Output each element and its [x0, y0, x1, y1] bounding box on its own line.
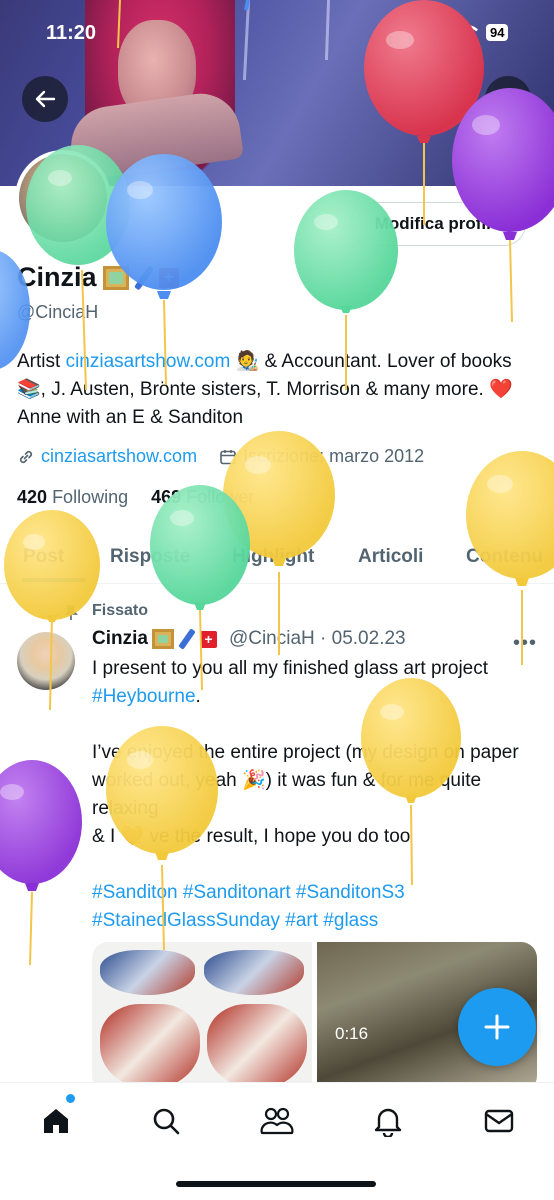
wifi-icon — [458, 24, 478, 40]
explore-search-icon — [153, 1108, 180, 1135]
profile-meta: cinziasartshow.com Iscrizione: marzo 201… — [17, 446, 424, 467]
followers-count: 469 — [151, 487, 182, 507]
post-author-avatar[interactable] — [17, 632, 75, 690]
back-arrow-icon — [35, 90, 56, 108]
following-label: Following — [52, 487, 129, 507]
tab-highlights[interactable]: Highlight — [232, 530, 314, 584]
post-author-name[interactable]: Cinzia — [92, 628, 148, 650]
profile-name-row: Cinzia + — [17, 262, 179, 293]
profile-tabs: Post Risposte Highlight Articoli Contenu — [0, 530, 554, 584]
compose-plus-icon — [484, 1014, 510, 1040]
pinned-label: Fissato — [92, 602, 149, 619]
profile-bio: Artist cinziasartshow.com 🧑‍🎨 & Accounta… — [17, 348, 537, 432]
home-notification-dot — [66, 1094, 75, 1103]
framed-picture-emoji — [102, 265, 129, 290]
link-icon — [19, 450, 33, 463]
glass-heart — [100, 1004, 200, 1089]
home-icon — [44, 1109, 68, 1133]
video-duration: 0:16 — [335, 1024, 369, 1043]
glass-heart — [207, 1004, 307, 1089]
messages-mail-icon — [484, 1109, 514, 1133]
tab-articles[interactable]: Articoli — [358, 530, 423, 584]
framed-picture-emoji — [151, 629, 174, 649]
bio-link[interactable]: cinziasartshow.com — [66, 351, 231, 372]
tab-post[interactable]: Post — [23, 530, 64, 584]
tab-media[interactable]: Contenu — [466, 530, 543, 584]
profile-avatar[interactable] — [15, 150, 111, 246]
pin-icon — [64, 605, 78, 620]
paintbrush-emoji — [133, 265, 154, 290]
website-link[interactable]: cinziasartshow.com — [41, 446, 197, 467]
home-indicator[interactable] — [176, 1181, 376, 1187]
post-meta: @CinciaH · 05.02.23 — [228, 628, 406, 649]
search-icon — [498, 89, 519, 110]
communities-icon — [260, 1107, 294, 1135]
media-image[interactable] — [92, 942, 312, 1092]
cellular-signal-icon — [428, 25, 450, 40]
profile-name: Cinzia — [17, 262, 97, 292]
back-button[interactable] — [22, 76, 68, 122]
balloon-purple — [0, 760, 82, 966]
banner-streak — [324, 0, 331, 61]
swiss-flag-emoji: + — [199, 630, 217, 648]
glass-heart — [204, 950, 304, 995]
hashtags[interactable]: #Sanditon #Sanditonart #SanditonS3 #Stai… — [92, 882, 405, 931]
post-text: I present to you all my finished glass a… — [92, 655, 537, 935]
tab-replies[interactable]: Risposte — [110, 530, 190, 584]
nav-home[interactable] — [38, 1103, 74, 1139]
paintbrush-emoji — [178, 628, 196, 650]
follow-stats: 420 Following 469 Follower — [17, 487, 254, 508]
swiss-flag-emoji: + — [158, 267, 179, 288]
join-date: Iscrizione: marzo 2012 — [243, 446, 425, 466]
post-header: Cinzia + @CinciaH · 05.02.23 — [92, 628, 406, 650]
active-tab-indicator — [22, 578, 86, 582]
nav-messages[interactable] — [481, 1103, 517, 1139]
notifications-bell-icon — [374, 1108, 402, 1137]
followers-link[interactable]: 469 Follower — [151, 487, 254, 507]
more-icon[interactable]: ••• — [513, 632, 537, 655]
post-text-part: . I’ve enjoyed the entire project (my de… — [92, 686, 519, 847]
edit-profile-button[interactable]: Modifica profilo — [350, 202, 526, 246]
nav-communities[interactable] — [259, 1103, 295, 1139]
search-button[interactable] — [485, 76, 531, 122]
calendar-icon — [220, 449, 236, 464]
compose-button[interactable] — [458, 988, 536, 1066]
following-link[interactable]: 420 Following — [17, 487, 128, 507]
nav-explore[interactable] — [148, 1103, 184, 1139]
status-icons: 94 — [428, 24, 509, 41]
following-count: 420 — [17, 487, 48, 507]
hashtag-link[interactable]: #Heybourne — [92, 686, 196, 707]
nav-notifications[interactable] — [370, 1103, 406, 1139]
followers-label: Follower — [186, 487, 255, 507]
glass-heart — [100, 950, 195, 995]
post-text-part: I present to you all my finished glass a… — [92, 658, 489, 679]
status-time: 11:20 — [46, 22, 97, 44]
bio-text: Artist — [17, 351, 66, 372]
banner-streak — [242, 0, 251, 81]
profile-handle: @CinciaH — [17, 302, 99, 322]
battery-level: 94 — [486, 24, 509, 41]
